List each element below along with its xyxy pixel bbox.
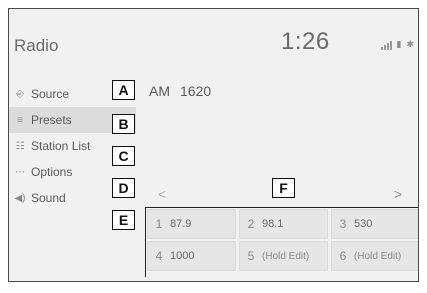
preset-button-3[interactable]: 3 530 <box>331 209 418 239</box>
callout-f-tick <box>145 207 146 277</box>
phone-battery-icon: ▮ <box>396 39 402 49</box>
preset-button-2[interactable]: 2 98.1 <box>239 209 328 239</box>
callout-d: D <box>112 178 135 198</box>
preset-number: 2 <box>247 217 255 231</box>
sidebar-item-label: Options <box>31 165 73 179</box>
preset-button-6[interactable]: 6 (Hold Edit) <box>331 241 418 271</box>
sidebar-item-label: Presets <box>31 113 72 127</box>
preset-value: (Hold Edit) <box>262 250 310 262</box>
clock: 1:26 <box>281 28 330 55</box>
preset-value: 87.9 <box>170 218 192 230</box>
options-icon: ⋯ <box>15 166 25 178</box>
sidebar-item-label: Sound <box>31 191 66 205</box>
preset-number: 5 <box>247 249 255 263</box>
speaker-icon: ◀) <box>14 192 26 204</box>
preset-button-1[interactable]: 1 87.9 <box>147 209 236 239</box>
callout-f-line <box>145 207 418 208</box>
preset-value: 1000 <box>170 250 195 262</box>
bluetooth-icon: ✱ <box>406 39 414 49</box>
callout-c: C <box>112 146 135 166</box>
callout-a: A <box>112 80 135 100</box>
header: Radio 1:26 ▮ ✱ <box>9 9 418 73</box>
page-title: Radio <box>14 36 59 55</box>
preset-number: 6 <box>339 249 347 263</box>
current-station: AM 1620 <box>149 83 221 99</box>
prev-page-button[interactable]: < <box>147 184 177 204</box>
signal-icon <box>380 41 392 50</box>
next-page-button[interactable]: > <box>383 184 413 204</box>
preset-number: 3 <box>339 217 347 231</box>
callout-b: B <box>112 114 135 134</box>
sidebar-item-label: Station List <box>31 139 91 153</box>
radio-screen: Radio 1:26 ▮ ✱ ⎆ Source ≡ Presets ☷ Stat… <box>8 8 419 282</box>
sidebar-item-label: Source <box>31 87 70 101</box>
callout-e: E <box>112 210 135 230</box>
station-frequency: 1620 <box>180 83 212 99</box>
status-bar: ▮ ✱ <box>380 39 414 50</box>
preset-number: 4 <box>155 249 163 263</box>
preset-grid: 1 87.9 2 98.1 3 530 4 1000 5 (Hold Edit)… <box>145 207 418 273</box>
preset-value: 98.1 <box>262 218 284 230</box>
source-icon: ⎆ <box>16 88 24 100</box>
preset-value: (Hold Edit) <box>354 250 402 262</box>
callout-f: F <box>272 178 295 198</box>
preset-value: 530 <box>354 218 373 230</box>
preset-button-4[interactable]: 4 1000 <box>147 241 236 271</box>
station-list-icon: ☷ <box>15 140 25 152</box>
station-band: AM <box>149 83 170 99</box>
preset-button-5[interactable]: 5 (Hold Edit) <box>239 241 328 271</box>
presets-icon: ≡ <box>17 114 23 126</box>
preset-number: 1 <box>155 217 163 231</box>
